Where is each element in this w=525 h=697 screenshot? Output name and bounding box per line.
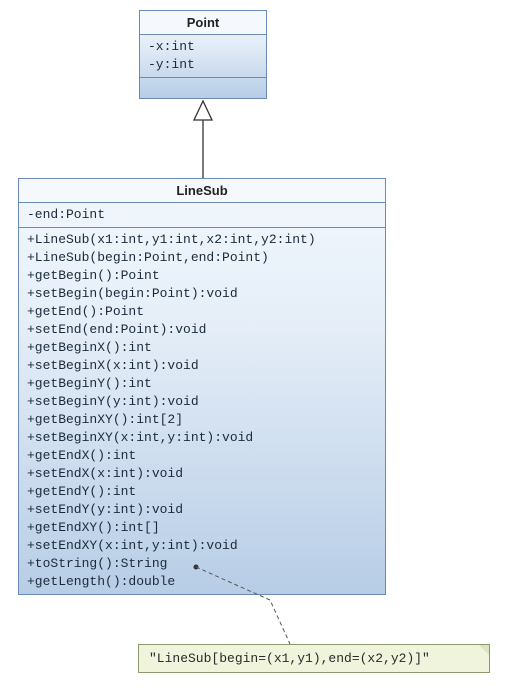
attribute: -end:Point (27, 206, 377, 224)
operation: +setBegin(begin:Point):void (27, 285, 377, 303)
operation: +LineSub(x1:int,y1:int,x2:int,y2:int) (27, 231, 377, 249)
operation: +getBeginX():int (27, 339, 377, 357)
operation: +setEndY(y:int):void (27, 501, 377, 519)
class-name: Point (140, 11, 266, 35)
note-text: "LineSub[begin=(x1,y1),end=(x2,y2)]" (149, 651, 430, 666)
operation-tostring: +toString():String (27, 555, 377, 573)
operation: +setEnd(end:Point):void (27, 321, 377, 339)
operation: +getEndX():int (27, 447, 377, 465)
uml-class-point: Point -x:int -y:int (139, 10, 267, 99)
uml-note: "LineSub[begin=(x1,y1),end=(x2,y2)]" (138, 644, 490, 673)
operation: +getEndY():int (27, 483, 377, 501)
operation: +setBeginX(x:int):void (27, 357, 377, 375)
operation: +getBegin():Point (27, 267, 377, 285)
generalization-arrow (194, 101, 212, 178)
attributes-compartment: -end:Point (19, 203, 385, 228)
class-name: LineSub (19, 179, 385, 203)
attribute: -x:int (148, 38, 258, 56)
operation: +getEnd():Point (27, 303, 377, 321)
operation: +getBeginY():int (27, 375, 377, 393)
operation: +getEndXY():int[] (27, 519, 377, 537)
attribute: -y:int (148, 56, 258, 74)
operation: +setBeginY(y:int):void (27, 393, 377, 411)
operation: +getLength():double (27, 573, 377, 591)
operations-compartment (140, 78, 266, 98)
attributes-compartment: -x:int -y:int (140, 35, 266, 78)
operation: +getBeginXY():int[2] (27, 411, 377, 429)
operation: +LineSub(begin:Point,end:Point) (27, 249, 377, 267)
operation: +setBeginXY(x:int,y:int):void (27, 429, 377, 447)
uml-class-linesub: LineSub -end:Point +LineSub(x1:int,y1:in… (18, 178, 386, 595)
operations-compartment: +LineSub(x1:int,y1:int,x2:int,y2:int) +L… (19, 228, 385, 594)
operation: +setEndXY(x:int,y:int):void (27, 537, 377, 555)
operation: +setEndX(x:int):void (27, 465, 377, 483)
